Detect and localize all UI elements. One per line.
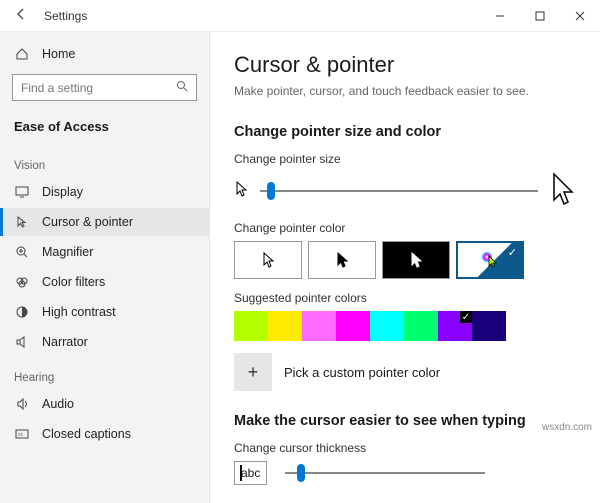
sidebar-item-label: Magnifier xyxy=(42,245,93,259)
pointer-large-icon xyxy=(550,172,576,209)
cursor-thickness-preview: abc xyxy=(234,461,267,485)
main-content: Cursor & pointer Make pointer, cursor, a… xyxy=(210,32,600,503)
section-pointer-size-color: Change pointer size and color xyxy=(234,124,576,140)
swatch-6[interactable] xyxy=(438,311,472,341)
window-controls xyxy=(480,0,600,32)
page-subtitle: Make pointer, cursor, and touch feedback… xyxy=(234,84,576,98)
swatch-0[interactable] xyxy=(234,311,268,341)
sidebar-item-display[interactable]: Display xyxy=(0,178,209,206)
label-pointer-size: Change pointer size xyxy=(234,152,576,166)
sidebar-item-high-contrast[interactable]: High contrast xyxy=(0,298,209,326)
close-button[interactable] xyxy=(560,0,600,32)
sidebar-item-label: Closed captions xyxy=(42,427,131,441)
sidebar-item-cursor-pointer[interactable]: Cursor & pointer xyxy=(0,208,209,236)
sidebar-item-color-filters[interactable]: Color filters xyxy=(0,268,209,296)
cursor-thickness-slider[interactable] xyxy=(285,472,485,474)
sidebar-item-narrator[interactable]: Narrator xyxy=(0,328,209,356)
plus-icon: + xyxy=(248,362,259,383)
section-cursor-visibility: Make the cursor easier to see when typin… xyxy=(234,413,576,429)
pointer-size-slider[interactable] xyxy=(260,190,538,192)
sidebar-item-label: Audio xyxy=(42,397,74,411)
home-icon xyxy=(14,47,30,61)
pick-custom-color-label: Pick a custom pointer color xyxy=(284,365,440,380)
sidebar-category: Ease of Access xyxy=(0,113,209,144)
search-input[interactable]: Find a setting xyxy=(12,74,197,101)
search-placeholder: Find a setting xyxy=(21,81,176,95)
section-vision: Vision xyxy=(0,146,209,176)
app-title: Settings xyxy=(44,9,87,23)
titlebar: Settings xyxy=(0,0,600,32)
pointer-color-black[interactable] xyxy=(308,241,376,279)
section-hearing: Hearing xyxy=(0,358,209,388)
svg-text:cc: cc xyxy=(18,432,24,438)
sidebar-item-audio[interactable]: Audio xyxy=(0,390,209,418)
swatch-7[interactable] xyxy=(472,311,506,341)
label-suggested-colors: Suggested pointer colors xyxy=(234,291,576,305)
minimize-button[interactable] xyxy=(480,0,520,32)
sidebar-item-label: Cursor & pointer xyxy=(42,215,133,229)
pointer-color-white[interactable] xyxy=(234,241,302,279)
sidebar-item-closed-captions[interactable]: cc Closed captions xyxy=(0,420,209,448)
sidebar-item-label: Display xyxy=(42,185,83,199)
sidebar-item-home[interactable]: Home xyxy=(0,40,209,68)
swatch-3[interactable] xyxy=(336,311,370,341)
swatch-4[interactable] xyxy=(370,311,404,341)
page-title: Cursor & pointer xyxy=(234,52,576,78)
maximize-button[interactable] xyxy=(520,0,560,32)
closed-captions-icon: cc xyxy=(14,427,30,441)
sidebar-item-label: High contrast xyxy=(42,305,116,319)
swatch-2[interactable] xyxy=(302,311,336,341)
label-cursor-thickness: Change cursor thickness xyxy=(234,441,576,455)
search-icon xyxy=(176,80,188,95)
magnifier-icon xyxy=(14,245,30,259)
check-icon: ✓ xyxy=(508,246,517,259)
audio-icon xyxy=(14,397,30,411)
sidebar-item-magnifier[interactable]: Magnifier xyxy=(0,238,209,266)
sidebar-item-label: Home xyxy=(42,47,75,61)
pointer-small-icon xyxy=(234,180,248,201)
high-contrast-icon xyxy=(14,305,30,319)
suggested-colors xyxy=(234,311,576,341)
label-pointer-color: Change pointer color xyxy=(234,221,576,235)
pointer-color-custom[interactable]: ✓ xyxy=(456,241,524,279)
narrator-icon xyxy=(14,335,30,349)
sidebar: Home Find a setting Ease of Access Visio… xyxy=(0,32,210,503)
sidebar-item-label: Color filters xyxy=(42,275,105,289)
display-icon xyxy=(14,185,30,199)
back-button[interactable] xyxy=(8,3,34,28)
color-filters-icon xyxy=(14,275,30,289)
sidebar-item-label: Narrator xyxy=(42,335,88,349)
watermark: wsxdn.com xyxy=(542,422,592,433)
pick-custom-color-button[interactable]: + xyxy=(234,353,272,391)
pointer-color-inverted[interactable] xyxy=(382,241,450,279)
swatch-5[interactable] xyxy=(404,311,438,341)
swatch-1[interactable] xyxy=(268,311,302,341)
cursor-icon xyxy=(14,215,30,229)
